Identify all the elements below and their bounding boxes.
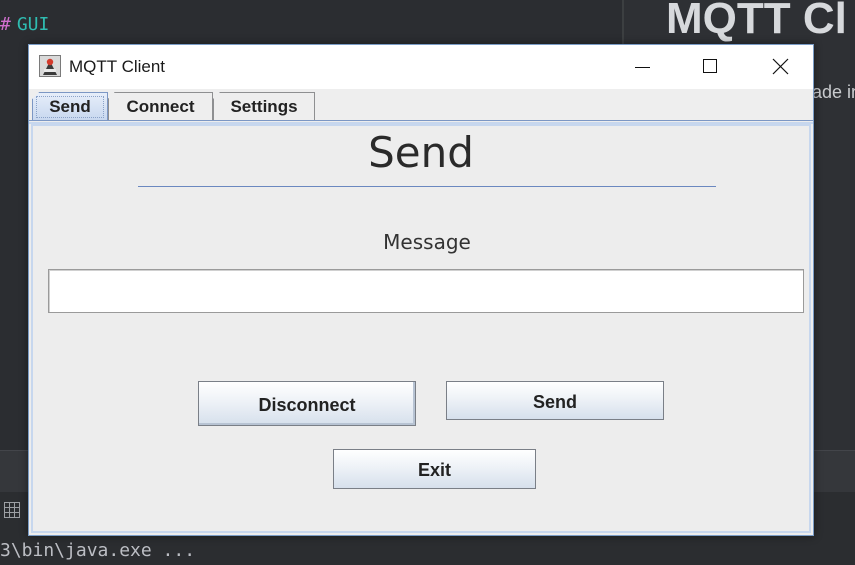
send-button[interactable]: Send bbox=[446, 381, 664, 420]
tab-strip: Send Connect Settings bbox=[29, 89, 813, 121]
tab-settings[interactable]: Settings bbox=[213, 92, 315, 120]
panel-heading: Send bbox=[368, 128, 474, 177]
code-text: GUI bbox=[16, 14, 50, 35]
title-bar[interactable]: MQTT Client bbox=[29, 45, 813, 89]
doc-heading: MQTT Cl bbox=[666, 0, 847, 43]
close-icon bbox=[772, 58, 789, 75]
doc-text: ade in bbox=[812, 82, 855, 102]
maximize-button[interactable] bbox=[675, 45, 745, 89]
close-button[interactable] bbox=[745, 45, 815, 89]
ide-code-line: # GUI bbox=[0, 14, 49, 44]
send-panel: Send Message Disconnect Send Exit bbox=[31, 124, 811, 533]
minimize-button[interactable] bbox=[605, 45, 675, 89]
code-prefix: # bbox=[0, 14, 11, 35]
message-input[interactable] bbox=[48, 269, 804, 313]
console-output: 3\bin\java.exe ... bbox=[0, 540, 196, 561]
window-title: MQTT Client bbox=[69, 57, 166, 76]
tab-underline bbox=[29, 120, 813, 121]
tab-send[interactable]: Send bbox=[32, 92, 108, 120]
mqtt-client-window: MQTT Client Send Connect Settings Send M… bbox=[28, 44, 814, 536]
message-label: Message bbox=[383, 230, 471, 254]
exit-button[interactable]: Exit bbox=[333, 449, 536, 489]
tab-connect[interactable]: Connect bbox=[108, 92, 213, 120]
java-app-icon bbox=[39, 55, 61, 77]
table-icon[interactable] bbox=[4, 502, 20, 518]
heading-separator bbox=[138, 186, 716, 187]
disconnect-button[interactable]: Disconnect bbox=[198, 381, 416, 426]
